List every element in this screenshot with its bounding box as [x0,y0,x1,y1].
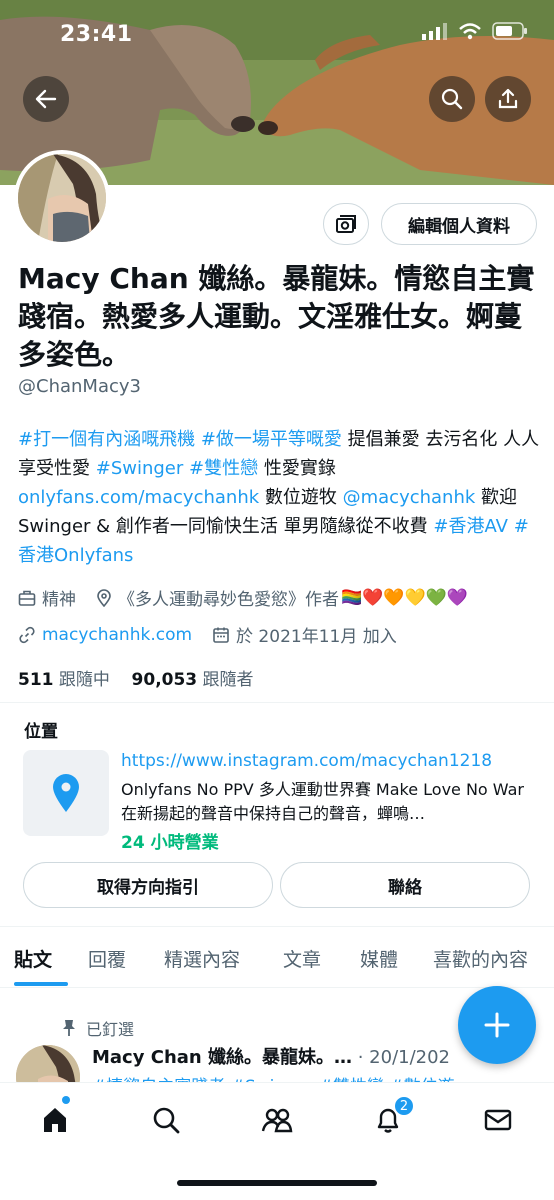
section-divider [0,926,554,927]
location-description: Onlyfans No PPV 多人運動世界賽 Make Love No War… [121,780,524,823]
tab-replies[interactable]: 回覆 [88,945,126,972]
briefcase-icon [18,590,36,606]
location-hours: 24 小時營業 [121,833,219,853]
post-header: Macy Chan 孅絲。暴龍妹。… · 20/1/202 [92,1043,450,1069]
share-icon [498,88,518,109]
profile-category: 精神 [18,585,76,610]
followers-count: 90,053 [131,670,198,690]
status-icons [422,22,528,40]
following-count: 511 [18,670,54,690]
notifications-badge: 2 [393,1095,415,1117]
get-directions-button[interactable]: 取得方向指引 [23,862,273,908]
back-arrow-icon [35,89,57,109]
nav-home[interactable] [35,1100,75,1140]
calendar-icon [213,627,229,643]
status-bar: 23:41 [0,0,554,60]
profile-tabs: 貼文 回覆 精選內容 文章 媒體 喜歡的內容 [0,935,554,985]
compose-post-button[interactable] [458,986,536,1064]
tab-highlights[interactable]: 精選內容 [164,945,240,972]
qr-code-button[interactable] [323,203,369,245]
profile-avatar[interactable] [14,150,110,246]
section-divider [0,702,554,703]
post-date[interactable]: · 20/1/202 [358,1047,450,1068]
bio-link[interactable]: onlyfans.com/macychanhk [18,487,259,508]
plus-icon [484,1012,510,1038]
link-icon [19,626,35,643]
followers-label: 跟隨者 [202,670,254,690]
search-button[interactable] [429,76,475,122]
profile-website[interactable]: macychanhk.com [18,625,192,645]
pinned-indicator: 已釘選 [62,1016,134,1040]
back-button[interactable] [23,76,69,122]
category-label: 精神 [42,590,76,610]
pinned-label: 已釘選 [86,1020,135,1039]
home-icon [44,1108,66,1132]
profile-handle: @ChanMacy3 [18,376,141,397]
following-link[interactable]: 511 跟隨中 [18,670,110,690]
tabs-divider [0,987,554,988]
emoji-hearts: 🏳️‍🌈❤️🧡💛💚💜 [341,587,469,608]
tab-posts[interactable]: 貼文 [14,945,52,972]
bio-hashtag[interactable]: #打一個有內涵嘅飛機 [18,429,195,450]
search-icon [441,88,463,110]
share-button[interactable] [485,76,531,122]
tab-articles[interactable]: 文章 [283,945,321,972]
search-icon [153,1107,180,1134]
location-map-thumbnail[interactable] [23,750,109,836]
signal-icon [422,23,447,40]
bio-mention[interactable]: @macychanhk [343,487,476,508]
tab-likes[interactable]: 喜歡的內容 [433,945,528,972]
nav-explore[interactable] [146,1100,186,1140]
people-icon [261,1108,293,1133]
bio-text: 數位遊牧 [259,487,343,508]
wifi-icon [459,23,481,40]
location-pin-icon [97,588,111,607]
status-time: 23:41 [60,22,133,47]
pin-icon [63,1020,75,1036]
nav-messages[interactable] [478,1100,518,1140]
profile-display-name: Macy Chan 孅絲。暴龍妹。情慾自主實踐宿。熱愛多人運動。文淫雅仕女。婀蔓… [18,262,535,371]
follow-stats: 511 跟隨中 90,053 跟隨者 [18,665,254,690]
home-indicator-bar [177,1180,377,1186]
bio-hashtag[interactable]: #做一場平等嘅愛 [201,429,342,450]
contact-button[interactable]: 聯絡 [280,862,530,908]
camera-scan-icon [336,215,356,233]
join-date-label: 於 2021年11月 加入 [236,627,397,647]
mail-icon [484,1109,512,1131]
profile-meta-row-2: macychanhk.com 於 2021年11月 加入 [18,622,417,647]
battery-icon [492,22,527,40]
tab-media[interactable]: 媒體 [360,945,398,972]
profile-bio: #打一個有內涵嘅飛機 #做一場平等嘅愛 提倡兼愛 去污名化 人人享受性愛 #Sw… [18,425,542,570]
bio-hashtag[interactable]: #Swinger [96,458,184,479]
profile-location: 《多人運動尋妙色愛慾》作者 🏳️‍🌈❤️🧡💛💚💜 [96,585,468,610]
post-author-name[interactable]: Macy Chan 孅絲。暴龍妹。… [92,1047,352,1068]
profile-meta-row-1: 精神 《多人運動尋妙色愛慾》作者 🏳️‍🌈❤️🧡💛💚💜 [18,585,488,610]
location-label: 《多人運動尋妙色愛慾》作者 [118,590,339,610]
nav-communities[interactable] [257,1100,297,1140]
location-section-title: 位置 [24,722,58,742]
active-tab-indicator [14,982,68,986]
home-notification-dot [62,1096,70,1104]
avatar-photo [18,154,106,242]
following-label: 跟隨中 [58,670,110,690]
profile-join-date: 於 2021年11月 加入 [212,622,397,647]
bio-hashtag[interactable]: #雙性戀 [189,458,258,479]
bio-hashtag[interactable]: #香港AV [433,516,508,537]
edit-profile-button[interactable]: 編輯個人資料 [381,203,537,245]
followers-link[interactable]: 90,053 跟隨者 [132,670,254,690]
map-pin-icon [53,774,79,812]
location-url-link[interactable]: https://www.instagram.com/macychan1218 [121,751,492,771]
bio-text: 性愛實錄 [258,458,336,479]
website-link[interactable]: macychanhk.com [42,625,192,645]
